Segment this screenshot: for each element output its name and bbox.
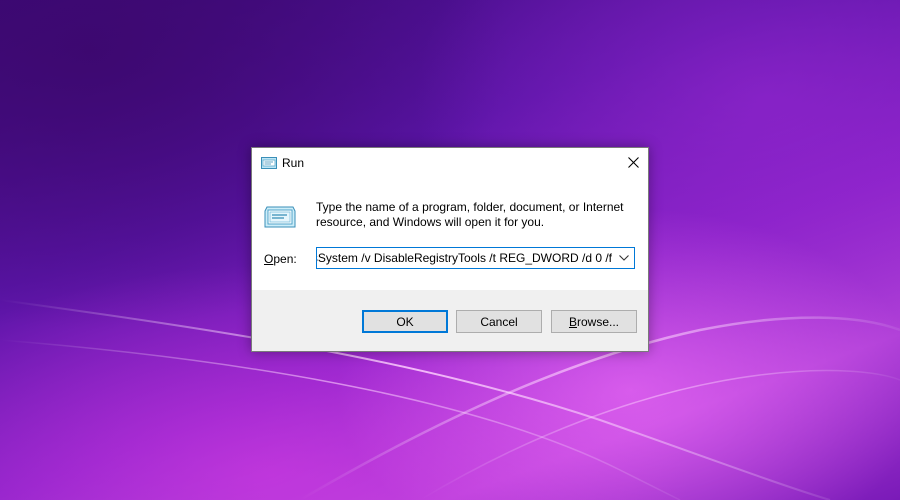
close-button[interactable] (618, 148, 648, 177)
dropdown-button[interactable] (614, 248, 634, 268)
close-icon (627, 157, 639, 168)
open-label: Open: (264, 252, 297, 266)
run-icon-large (264, 206, 296, 228)
dialog-title: Run (282, 156, 305, 170)
browse-accelerator: B (568, 314, 577, 329)
open-label-accelerator: O (264, 252, 274, 266)
dialog-description: Type the name of a program, folder, docu… (316, 200, 624, 229)
title-bar[interactable]: Run (252, 148, 648, 178)
cancel-button[interactable]: Cancel (456, 310, 542, 333)
dialog-footer: OK Cancel Browse... (252, 290, 648, 351)
run-dialog: Run Type the name of a program, folder, … (251, 147, 649, 352)
command-text: esSystem /v DisableRegistryTools /t REG_… (317, 251, 612, 265)
open-combobox[interactable]: esSystem /v DisableRegistryTools /t REG_… (316, 247, 635, 269)
chevron-down-icon (619, 255, 629, 261)
run-icon (261, 157, 277, 169)
browse-button[interactable]: Browse... (551, 310, 637, 333)
ok-button[interactable]: OK (362, 310, 448, 333)
dialog-body: Type the name of a program, folder, docu… (252, 178, 648, 290)
command-input[interactable]: esSystem /v DisableRegistryTools /t REG_… (317, 248, 612, 268)
open-label-text: pen: (273, 252, 297, 266)
browse-label-text: rowse... (577, 314, 620, 329)
